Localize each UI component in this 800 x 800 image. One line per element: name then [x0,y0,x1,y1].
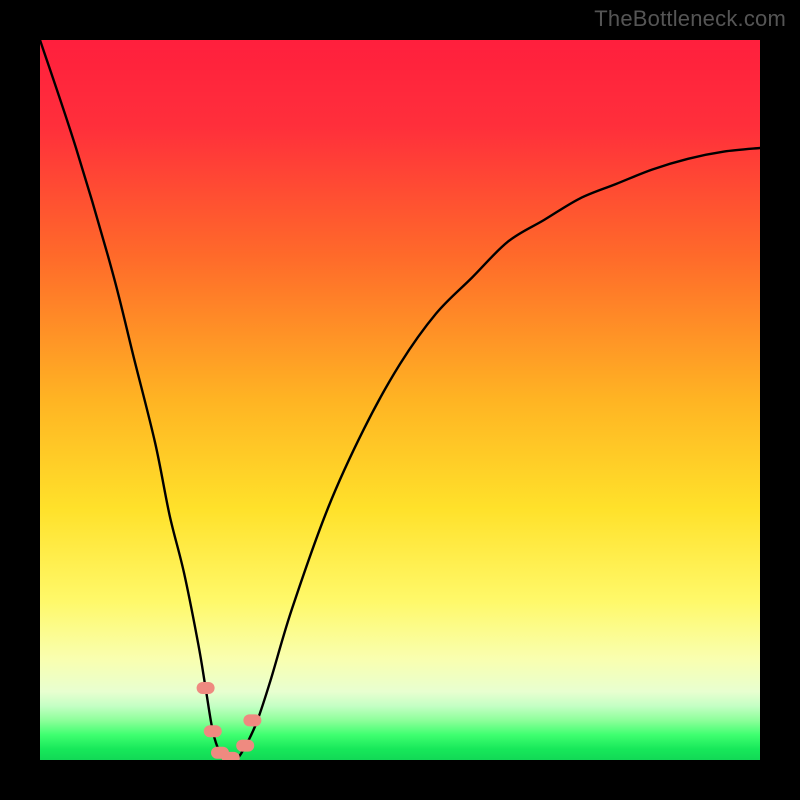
curve-layer [40,40,760,760]
curve-markers [197,682,262,760]
watermark-text: TheBottleneck.com [594,6,786,32]
plot-area [40,40,760,760]
marker-pill [197,682,215,694]
marker-pill [204,725,222,737]
chart-frame: TheBottleneck.com [0,0,800,800]
marker-pill [236,740,254,752]
marker-pill [243,714,261,726]
bottleneck-curve [40,40,760,760]
marker-pill [222,752,240,760]
